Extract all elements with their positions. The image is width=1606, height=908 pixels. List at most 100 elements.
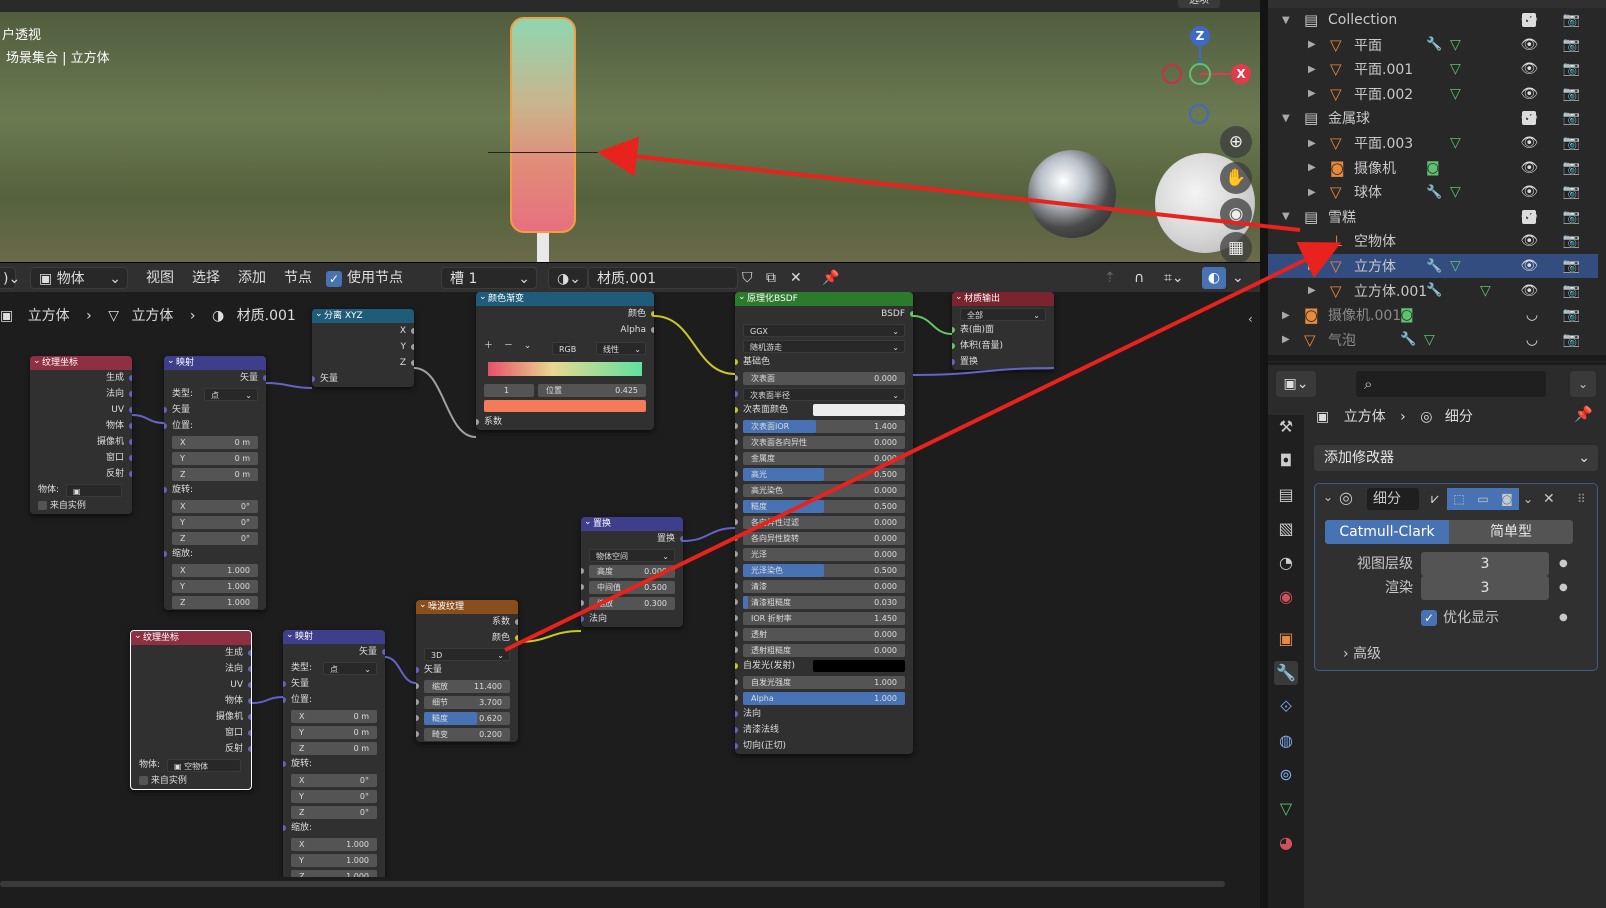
metal-sphere[interactable]: [1028, 150, 1116, 238]
color-swatch[interactable]: [813, 660, 905, 672]
visibility-eye-icon[interactable]: 👁 📷: [1520, 283, 1590, 299]
keyframe-dot-icon[interactable]: ●: [1559, 606, 1568, 630]
socket[interactable]: [416, 715, 419, 721]
cube-object[interactable]: [510, 17, 576, 233]
outliner-row[interactable]: ▶ ▽ 平面.003 ▽ 👁 📷: [1268, 131, 1598, 155]
socket[interactable]: [735, 503, 738, 509]
wrench-modifier-icon[interactable]: 🔧: [1274, 661, 1298, 685]
socket[interactable]: [164, 423, 167, 429]
particles-icon[interactable]: ⟐: [1274, 695, 1298, 719]
camera-view-icon[interactable]: ◉: [1220, 198, 1252, 230]
outliner-row[interactable]: ▶ ▽ 平面 🔧 ▽ 👁 📷: [1268, 33, 1598, 57]
scroll-thumb[interactable]: [0, 881, 1225, 887]
value-field[interactable]: 次表面 0.000: [743, 372, 905, 385]
value-field[interactable]: 各向异性过滤 0.000: [743, 516, 905, 529]
socket[interactable]: [248, 746, 251, 752]
dropdown[interactable]: 随机游走 ⌄: [743, 340, 905, 353]
from-instancer-checkbox[interactable]: [139, 776, 148, 785]
value-field[interactable]: Y0 m: [172, 452, 258, 465]
value-field[interactable]: Z 0°: [291, 806, 377, 819]
outliner-row[interactable]: ▼ ▤ Collection ✓ 👁 📷: [1268, 8, 1598, 32]
type-dropdown[interactable]: 点 ⌄: [204, 388, 258, 401]
principled-bsdf-node[interactable]: 原理化BSDFBSDF GGX⌄ 随机游走⌄基础色次表面0.000 次表面半径⌄ 次表面…: [735, 292, 913, 754]
socket[interactable]: [952, 327, 955, 333]
expand-closed-icon[interactable]: ▶: [1308, 285, 1316, 296]
socket[interactable]: [283, 681, 286, 687]
view-layer-icon[interactable]: ▧: [1274, 517, 1298, 541]
value-field[interactable]: X0 m: [291, 710, 377, 723]
gizmo-neg-z[interactable]: [1189, 104, 1209, 124]
pin-icon[interactable]: 📌: [1574, 405, 1593, 423]
outliner[interactable]: ▼ ▤ Collection ✓ 👁 📷 ▶ ▽ 平面 🔧 ▽ 👁 📷 ▶ ▽ 平面.001 ▽ 👁 📷 ▶ ▽ 平…: [1268, 0, 1606, 362]
value-field[interactable]: 高度 0.000: [589, 565, 675, 578]
overlay-icon[interactable]: ◐: [1202, 267, 1226, 289]
socket[interactable]: [735, 567, 738, 573]
value-field[interactable]: IOR 折射率 1.450: [743, 612, 905, 625]
value-field[interactable]: 畸变 0.200: [424, 728, 510, 741]
socket[interactable]: [735, 375, 738, 381]
parent-arrow-icon[interactable]: ⇡: [1104, 267, 1116, 289]
gizmo-x-axis[interactable]: X: [1231, 64, 1251, 84]
noise-texture-node[interactable]: 噪波纹理系数颜色 3D⌄矢量缩放11.400 细节3.700 糙度0.620 畸变0.2…: [416, 600, 518, 742]
socket[interactable]: [735, 471, 738, 477]
value-field[interactable]: Z0 m: [172, 468, 258, 481]
chevron-down-icon[interactable]: ⌄: [1523, 488, 1533, 510]
area-divider[interactable]: [1260, 0, 1268, 908]
socket[interactable]: [411, 360, 414, 366]
socket[interactable]: [735, 615, 738, 621]
node-title[interactable]: 材质输出: [952, 292, 1054, 306]
modifier-name-field[interactable]: 细分: [1367, 488, 1419, 510]
object-picker[interactable]: ▣: [66, 484, 122, 497]
chevron-down-icon[interactable]: ⌄: [524, 341, 532, 351]
viewport-display-icon[interactable]: ▭: [1471, 488, 1495, 510]
value-field[interactable]: X 0°: [291, 774, 377, 787]
expand-closed-icon[interactable]: ▶: [1308, 64, 1316, 75]
menu-select[interactable]: 选择: [192, 267, 220, 289]
menu-node[interactable]: 节点: [284, 267, 312, 289]
socket[interactable]: [735, 407, 738, 413]
duplicate-icon[interactable]: ⧉: [766, 267, 776, 289]
socket[interactable]: [735, 583, 738, 589]
socket[interactable]: [312, 376, 315, 382]
expand-open-icon[interactable]: ▼: [1282, 15, 1290, 26]
socket[interactable]: [248, 714, 251, 720]
sidebar-toggle-icon[interactable]: ‹: [1248, 312, 1253, 326]
outliner-row[interactable]: ▶ ▽ 气泡 🔧 ▽ ◡ 📷: [1268, 328, 1598, 352]
socket[interactable]: [735, 695, 738, 701]
zoom-icon[interactable]: ⊕: [1220, 126, 1252, 158]
separate-xyz-node[interactable]: 分离 XYZXYZ矢量: [312, 309, 414, 387]
value-field[interactable]: Y 0°: [172, 516, 258, 529]
socket[interactable]: [735, 663, 738, 669]
color-mode-dropdown[interactable]: RGB⌄: [552, 342, 576, 367]
pin-icon[interactable]: 📌: [822, 267, 839, 289]
value-field[interactable]: Z 1.000: [291, 870, 377, 877]
options-dropdown[interactable]: 选项: [1178, 0, 1220, 8]
socket[interactable]: [416, 667, 419, 673]
visibility-eye-icon[interactable]: 👁 📷: [1520, 258, 1590, 274]
grid-perspective-icon[interactable]: ▦: [1220, 232, 1252, 262]
slot-dropdown[interactable]: 槽 1 ⌄: [441, 267, 537, 289]
expand-open-icon[interactable]: ▼: [1282, 113, 1290, 124]
advanced-subpanel[interactable]: › 高级: [1343, 642, 1381, 666]
value-field[interactable]: 次表面IOR 1.400: [743, 420, 905, 433]
socket[interactable]: [910, 311, 913, 317]
close-icon[interactable]: ✕: [1543, 488, 1555, 510]
search-input[interactable]: ⌕: [1356, 371, 1546, 397]
expand-closed-icon[interactable]: ▶: [1308, 162, 1316, 173]
socket[interactable]: [735, 599, 738, 605]
node-editor-canvas[interactable]: ▣ 立方体 › ▽ 立方体 › ◑ 材质.001 ‹ 纹理坐标生成法向UV物体摄…: [0, 292, 1260, 877]
keyframe-dot-icon[interactable]: ●: [1559, 576, 1568, 600]
displacement-node[interactable]: 置换置换物体空间⌄ 高度0.000 中间值0.500 缩放0.300法向: [581, 517, 683, 627]
outliner-row[interactable]: ▼ ▤ 雪糕 ✓ 👁 📷: [1268, 205, 1598, 229]
value-field[interactable]: 中间值 0.500: [589, 581, 675, 594]
use-nodes-checkbox[interactable]: ✓: [326, 271, 342, 287]
object-picker[interactable]: ▣ 空物体: [167, 759, 241, 772]
socket[interactable]: [129, 455, 132, 461]
drag-handle-icon[interactable]: ⠿: [1577, 488, 1586, 510]
world-icon[interactable]: ◉: [1274, 585, 1298, 609]
node-title[interactable]: 原理化BSDF: [735, 292, 913, 306]
socket[interactable]: [416, 683, 419, 689]
collapse-chevron-icon[interactable]: ⌄: [1323, 490, 1333, 504]
socket[interactable]: [952, 359, 955, 365]
node-title[interactable]: 分离 XYZ: [312, 309, 414, 323]
